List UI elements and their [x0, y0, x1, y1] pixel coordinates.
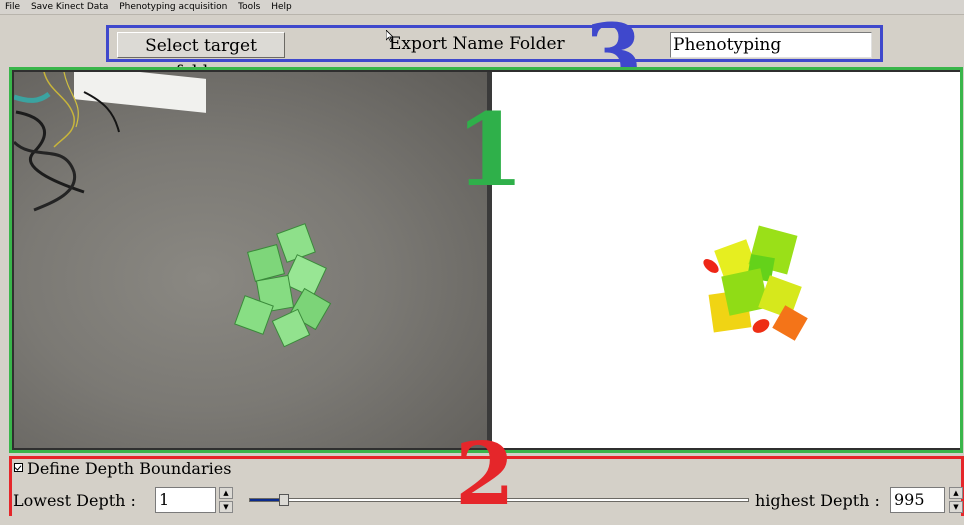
define-depth-boundaries-checkbox[interactable]	[14, 463, 23, 472]
highest-depth-up-icon[interactable]: ▲	[949, 487, 963, 499]
lowest-depth-up-icon[interactable]: ▲	[219, 487, 233, 499]
export-name-input[interactable]	[670, 32, 872, 58]
camera-views-panel	[9, 67, 963, 453]
lowest-depth-down-icon[interactable]: ▼	[219, 501, 233, 513]
lowest-depth-label: Lowest Depth :	[13, 491, 136, 510]
highest-depth-label: highest Depth :	[755, 491, 880, 510]
menu-phenotyping-acquisition[interactable]: Phenotyping acquisition	[116, 0, 230, 14]
rgb-camera-view	[14, 72, 487, 448]
depth-boundaries-panel: Define Depth Boundaries Lowest Depth : 1…	[9, 456, 964, 516]
plant-cubes-image	[234, 223, 332, 348]
menu-file[interactable]: File	[2, 0, 23, 14]
cables-image	[14, 72, 120, 212]
depth-range-slider[interactable]	[249, 494, 749, 506]
depth-map-image	[703, 225, 808, 341]
slider-handle[interactable]	[279, 494, 289, 506]
slider-track	[249, 498, 749, 502]
lowest-depth-stepper[interactable]: ▲ ▼	[219, 487, 233, 513]
menu-save-kinect-data[interactable]: Save Kinect Data	[28, 0, 111, 14]
define-depth-boundaries-row: Define Depth Boundaries	[12, 459, 231, 478]
highest-depth-input[interactable]: 995	[890, 487, 945, 513]
select-target-folder-button[interactable]: Select target folder	[117, 32, 285, 82]
menu-bar: File Save Kinect Data Phenotyping acquis…	[0, 0, 964, 15]
highest-depth-stepper[interactable]: ▲ ▼	[949, 487, 963, 513]
mouse-cursor-icon	[386, 30, 394, 42]
export-name-folder-label: Export Name Folder	[389, 34, 565, 54]
depth-map-view	[492, 72, 960, 448]
menu-help[interactable]: Help	[268, 0, 295, 14]
slider-fill	[250, 499, 280, 501]
export-toolbar: Select target folder Export Name Folder	[106, 25, 883, 82]
highest-depth-down-icon[interactable]: ▼	[949, 501, 963, 513]
lowest-depth-input[interactable]: 1	[155, 487, 216, 513]
define-depth-boundaries-label: Define Depth Boundaries	[27, 459, 232, 478]
menu-tools[interactable]: Tools	[235, 0, 263, 14]
